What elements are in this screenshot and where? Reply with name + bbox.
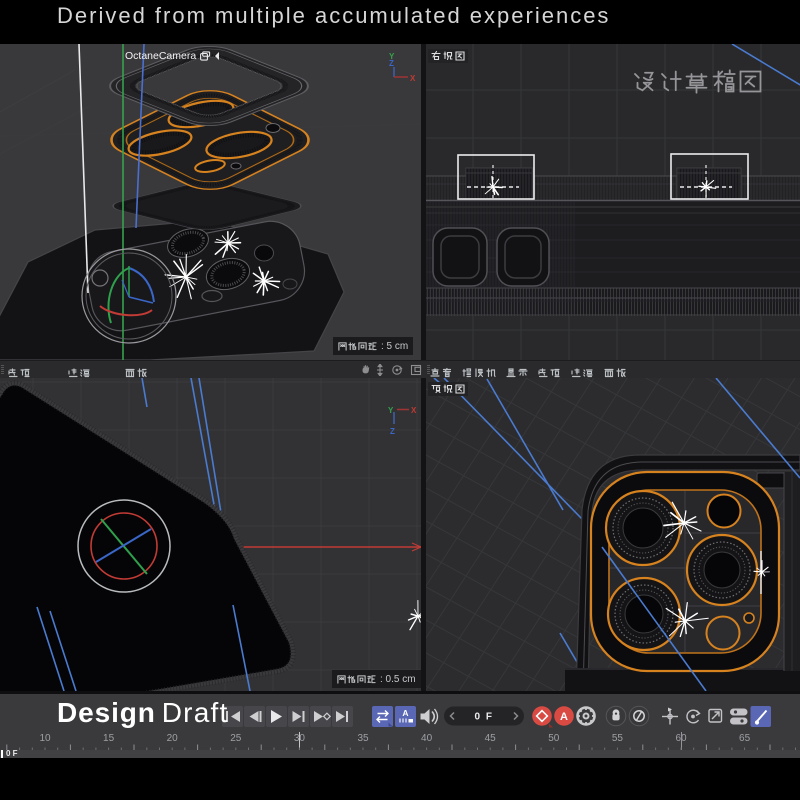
- svg-text:20: 20: [167, 733, 179, 744]
- svg-text:25: 25: [230, 733, 242, 744]
- svg-text:A: A: [560, 711, 568, 723]
- svg-text:45: 45: [485, 733, 497, 744]
- svg-text:35: 35: [357, 733, 369, 744]
- svg-text:50: 50: [548, 733, 560, 744]
- svg-text:X: X: [410, 74, 416, 83]
- svg-text:10: 10: [39, 733, 51, 744]
- svg-text:40: 40: [421, 733, 433, 744]
- svg-text:A: A: [402, 708, 408, 718]
- svg-text:Y: Y: [388, 406, 394, 415]
- svg-text:Z: Z: [390, 427, 395, 436]
- svg-text:15: 15: [103, 733, 115, 744]
- svg-text:55: 55: [612, 733, 624, 744]
- svg-text:X: X: [411, 406, 417, 415]
- svg-text:65: 65: [739, 733, 751, 744]
- svg-text:Z: Z: [389, 59, 394, 68]
- svg-text:0 F: 0 F: [475, 712, 494, 723]
